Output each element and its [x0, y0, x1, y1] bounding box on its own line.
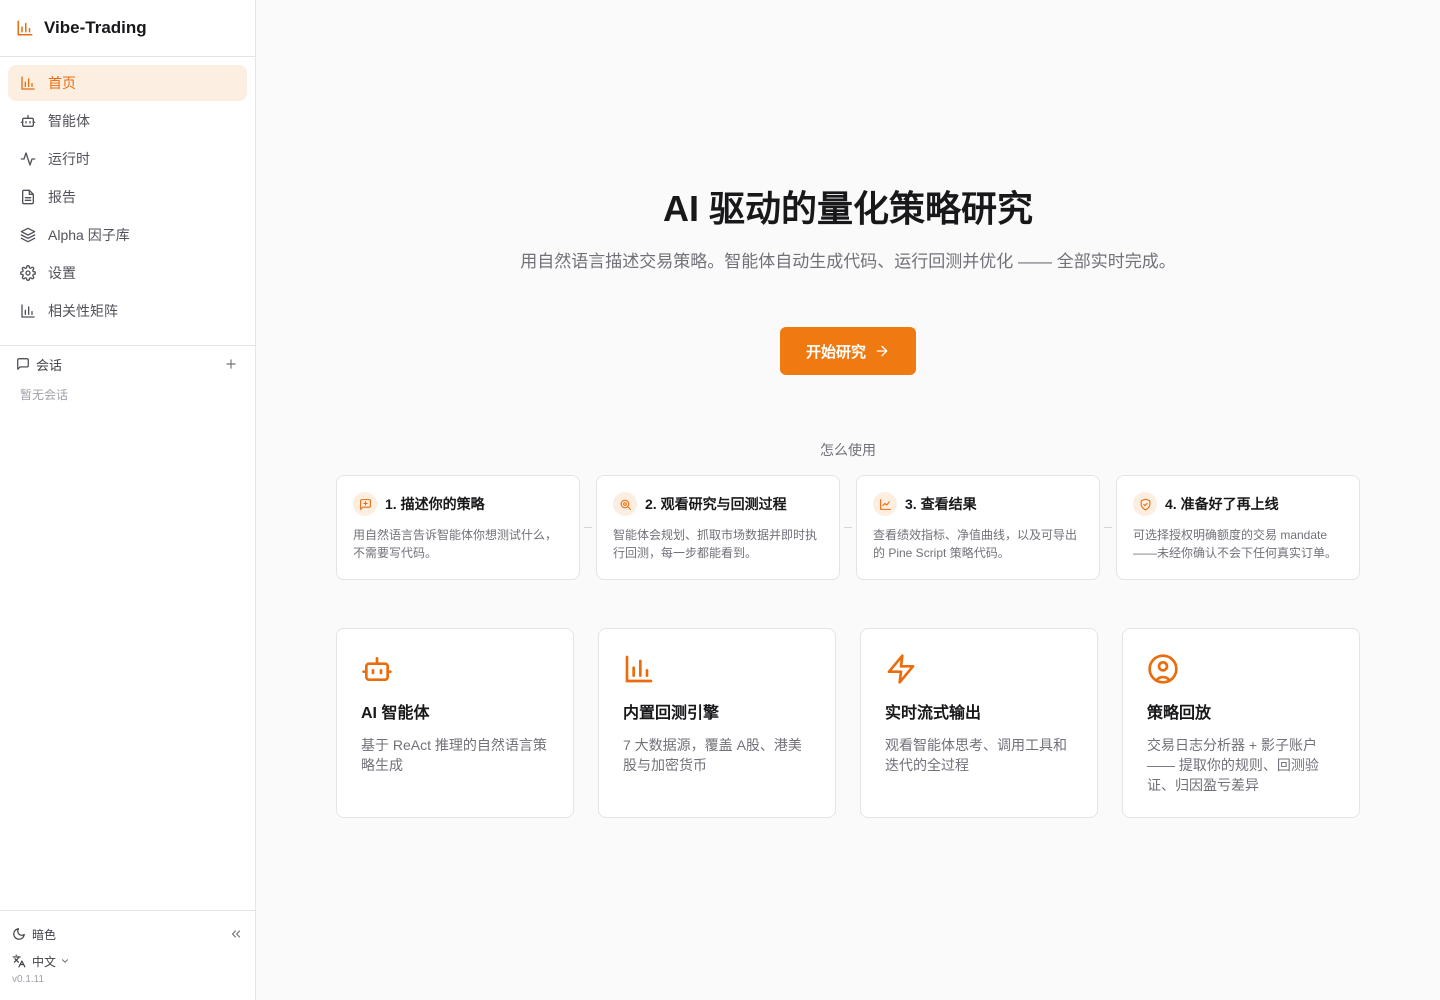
- step-card: 2. 观看研究与回测过程 智能体会规划、抓取市场数据并即时执行回测，每一步都能看…: [596, 475, 840, 580]
- version-label: v0.1.11: [12, 974, 45, 985]
- message-plus-icon: [353, 492, 377, 516]
- main-nav: 首页 智能体 运行时 报告 Alpha 因子库 设置 相关性矩阵: [0, 57, 255, 339]
- nav-item-label: 设置: [48, 265, 76, 281]
- step-title: 4. 准备好了再上线: [1165, 496, 1279, 512]
- new-session-button[interactable]: [223, 356, 239, 372]
- feature-card: AI 智能体 基于 ReAct 推理的自然语言策略生成: [336, 628, 574, 818]
- message-square-icon: [16, 357, 30, 371]
- sessions-empty-text: 暂无会话: [20, 388, 69, 402]
- shield-check-icon: [1133, 492, 1157, 516]
- page-subtitle: 用自然语言描述交易策略。智能体自动生成代码、运行回测并优化 —— 全部实时完成。: [520, 252, 1176, 271]
- bot-icon: [361, 653, 393, 685]
- layers-icon: [20, 227, 36, 243]
- feature-desc: 7 大数据源，覆盖 A股、港美股与加密货币: [623, 737, 802, 773]
- step-desc: 用自然语言告诉智能体你想测试什么，不需要写代码。: [353, 528, 558, 560]
- step-desc: 可选择授权明确额度的交易 mandate——未经你确认不会下任何真实订单。: [1133, 528, 1338, 560]
- step-card: 1. 描述你的策略 用自然语言告诉智能体你想测试什么，不需要写代码。: [336, 475, 580, 580]
- nav-item-correlation[interactable]: 相关性矩阵: [8, 293, 247, 329]
- page-title: AI 驱动的量化策略研究: [662, 188, 1033, 229]
- chevrons-left-icon: [231, 930, 241, 938]
- chevron-down-icon: [60, 956, 70, 966]
- sidebar-footer: 暗色 中文 v0.1.11: [0, 910, 255, 1000]
- moon-icon: [12, 927, 26, 941]
- bar-chart-icon: [20, 303, 36, 319]
- collapse-sidebar-button[interactable]: [229, 927, 243, 941]
- bar-chart-icon: [16, 18, 36, 38]
- feature-desc: 观看智能体思考、调用工具和迭代的全过程: [885, 737, 1067, 773]
- sessions-title: 会话: [36, 357, 63, 373]
- main-content: AI 驱动的量化策略研究 用自然语言描述交易策略。智能体自动生成代码、运行回测并…: [256, 0, 1440, 1000]
- step-title: 2. 观看研究与回测过程: [645, 496, 787, 512]
- sessions-header: 会话: [16, 354, 239, 374]
- arrow-right-icon: [874, 343, 890, 359]
- step-connector: [844, 527, 852, 528]
- nav-item-agent[interactable]: 智能体: [8, 103, 247, 139]
- bar-chart-icon: [623, 653, 655, 685]
- user-circle-icon: [1147, 653, 1179, 685]
- nav-item-runtime[interactable]: 运行时: [8, 141, 247, 177]
- file-text-icon: [20, 189, 36, 205]
- step-desc: 智能体会规划、抓取市场数据并即时执行回测，每一步都能看到。: [613, 528, 818, 560]
- feature-card: 策略回放 交易日志分析器 + 影子账户 —— 提取你的规则、回测验证、归因盈亏差…: [1122, 628, 1360, 818]
- feature-title: 实时流式输出: [885, 705, 982, 722]
- translate-icon: [12, 954, 26, 968]
- step-title: 3. 查看结果: [905, 496, 977, 512]
- how-to-use-title: 怎么使用: [820, 442, 876, 458]
- nav-item-home[interactable]: 首页: [8, 65, 247, 101]
- app-name: Vibe-Trading: [44, 18, 147, 37]
- nav-item-settings[interactable]: 设置: [8, 255, 247, 291]
- start-research-button[interactable]: 开始研究: [780, 327, 916, 375]
- activity-icon: [20, 151, 36, 167]
- step-card: 3. 查看结果 查看绩效指标、净值曲线，以及可导出的 Pine Script 策…: [856, 475, 1100, 580]
- language-select[interactable]: 中文: [12, 953, 70, 970]
- search-icon: [613, 492, 637, 516]
- sessions-section: 会话 暂无会话: [0, 345, 255, 403]
- nav-item-label: 运行时: [48, 151, 90, 167]
- nav-item-label: 智能体: [48, 113, 90, 129]
- bar-chart-icon: [20, 75, 36, 91]
- bot-icon: [20, 113, 36, 129]
- feature-title: 内置回测引擎: [623, 705, 720, 722]
- step-card: 4. 准备好了再上线 可选择授权明确额度的交易 mandate——未经你确认不会…: [1116, 475, 1360, 580]
- line-chart-icon: [873, 492, 897, 516]
- gear-icon: [20, 265, 36, 281]
- feature-card: 实时流式输出 观看智能体思考、调用工具和迭代的全过程: [860, 628, 1098, 818]
- feature-desc: 基于 ReAct 推理的自然语言策略生成: [361, 737, 547, 773]
- feature-title: 策略回放: [1147, 705, 1212, 722]
- lightning-icon: [885, 653, 917, 685]
- step-connector: [584, 527, 592, 528]
- nav-item-reports[interactable]: 报告: [8, 179, 247, 215]
- nav-item-alpha[interactable]: Alpha 因子库: [8, 217, 247, 253]
- feature-desc: 交易日志分析器 + 影子账户 —— 提取你的规则、回测验证、归因盈亏差异: [1147, 737, 1319, 793]
- theme-label: 暗色: [32, 927, 57, 942]
- nav-item-label: 报告: [48, 189, 76, 205]
- brand-header: Vibe-Trading: [0, 0, 255, 57]
- step-desc: 查看绩效指标、净值曲线，以及可导出的 Pine Script 策略代码。: [873, 528, 1078, 560]
- start-research-label: 开始研究: [805, 343, 866, 361]
- theme-toggle[interactable]: 暗色: [12, 926, 56, 943]
- language-label: 中文: [32, 954, 57, 969]
- feature-title: AI 智能体: [361, 705, 430, 722]
- nav-item-label: 相关性矩阵: [48, 303, 118, 319]
- nav-item-label: Alpha 因子库: [48, 227, 130, 243]
- sidebar: Vibe-Trading 首页 智能体 运行时 报告 Alpha 因子库 设置 …: [0, 0, 256, 1000]
- features-grid: AI 智能体 基于 ReAct 推理的自然语言策略生成 内置回测引擎 7 大数据…: [336, 628, 1360, 818]
- nav-item-label: 首页: [48, 75, 76, 91]
- step-connector: [1104, 527, 1112, 528]
- steps-list: 1. 描述你的策略 用自然语言告诉智能体你想测试什么，不需要写代码。 2. 观看…: [336, 475, 1360, 580]
- step-title: 1. 描述你的策略: [385, 496, 485, 512]
- feature-card: 内置回测引擎 7 大数据源，覆盖 A股、港美股与加密货币: [598, 628, 836, 818]
- plus-icon: [226, 359, 236, 369]
